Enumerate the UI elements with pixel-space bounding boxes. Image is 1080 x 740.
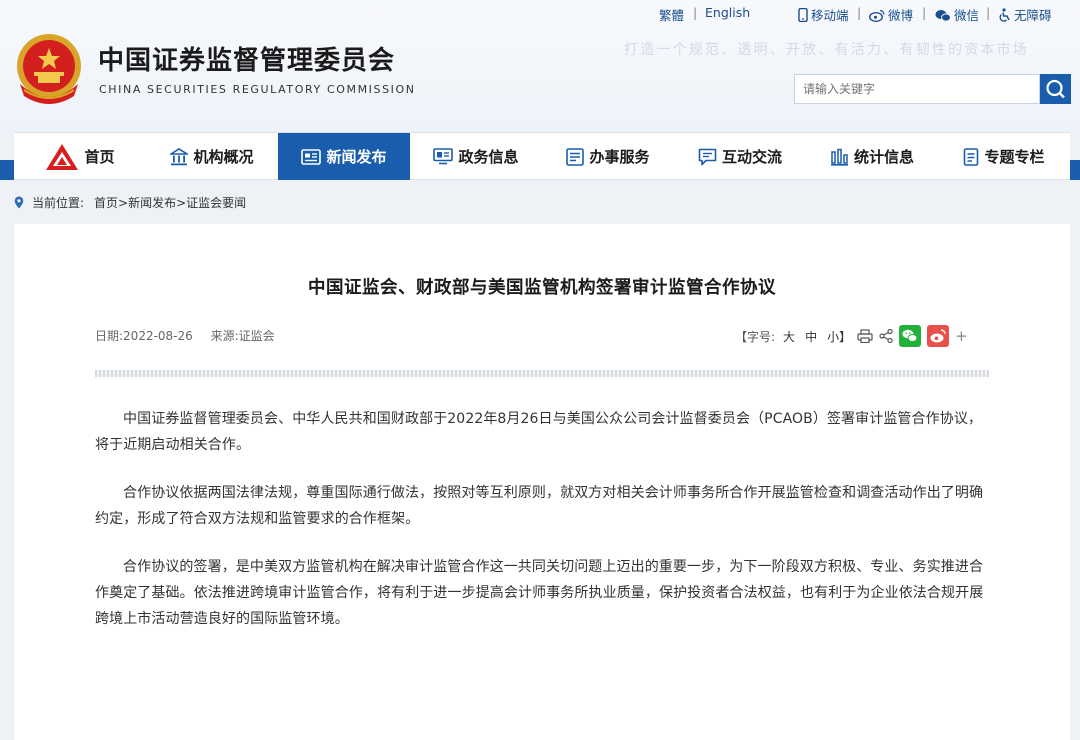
article-tools: 【字号: 大 中 小】 + — [735, 325, 976, 347]
wechat-share-icon[interactable] — [899, 325, 922, 347]
search-input[interactable] — [794, 74, 1040, 104]
service-list-icon — [566, 147, 585, 166]
nav-label: 新闻发布 — [326, 148, 387, 166]
csrc-logo-icon — [45, 143, 79, 171]
nav-item-services[interactable]: 办事服务 — [542, 133, 674, 180]
national-emblem-logo[interactable] — [14, 32, 84, 106]
accessibility-icon — [999, 8, 1010, 22]
nav-item-institution[interactable]: 机构概况 — [146, 133, 278, 180]
divider: | — [693, 5, 698, 20]
nav-label: 首页 — [84, 148, 115, 166]
breadcrumb-prefix: 当前位置: — [32, 195, 85, 210]
font-size-label: 【字号: — [735, 329, 776, 344]
breadcrumb-path[interactable]: 首页>新闻发布>证监会要闻 — [94, 194, 246, 211]
breadcrumb: 当前位置: 首页>新闻发布>证监会要闻 — [14, 192, 246, 212]
article-paragraph: 合作协议的签署，是中美双方监管机构在解决审计监管合作这一共同关切问题上迈出的重要… — [95, 559, 984, 627]
chat-icon — [698, 148, 717, 166]
nav-label: 专题专栏 — [984, 148, 1045, 166]
site-title[interactable]: 中国证券监督管理委员会 — [98, 40, 395, 77]
location-pin-icon — [14, 196, 24, 208]
accessibility-link[interactable]: 无障碍 — [998, 5, 1052, 24]
nav-item-news[interactable]: 新闻发布 — [278, 133, 410, 180]
weibo-icon — [869, 9, 885, 22]
nav-item-statistics[interactable]: 统计信息 — [806, 133, 938, 180]
nav-item-government-info[interactable]: 政务信息 — [410, 133, 542, 180]
share-icon[interactable] — [879, 329, 893, 343]
article-date: 日期:2022-08-26 — [95, 329, 193, 343]
nav-label: 政务信息 — [458, 148, 519, 166]
article-source: 来源:证监会 — [210, 329, 275, 343]
wechat-icon — [935, 10, 951, 22]
search-button[interactable] — [1040, 74, 1071, 104]
nav-label: 统计信息 — [853, 148, 914, 166]
english-link[interactable]: English — [705, 5, 750, 20]
divider: | — [857, 5, 862, 20]
accessibility-link-label: 无障碍 — [1014, 8, 1052, 23]
nav-item-special-topics[interactable]: 专题专栏 — [938, 133, 1070, 180]
monitor-icon — [433, 148, 454, 165]
nav-label: 机构概况 — [193, 148, 254, 166]
site-header: 繁體 | English 移动端 | 微博 | 微信 | 无障碍 中国证券监督管… — [0, 0, 1080, 132]
nav-item-home[interactable]: 首页 — [14, 133, 146, 180]
weibo-share-icon[interactable] — [927, 325, 950, 347]
mobile-link-label: 移动端 — [811, 8, 849, 23]
divider: | — [986, 5, 991, 20]
news-icon — [301, 148, 322, 165]
wechat-link[interactable]: 微信 — [935, 5, 979, 24]
mobile-link[interactable]: 移动端 — [798, 5, 849, 24]
traditional-chinese-link[interactable]: 繁體 — [659, 5, 684, 24]
article-paragraph: 合作协议依据两国法律法规，尊重国际通行做法，按照对等互利原则，就双方对相关会计师… — [95, 485, 984, 527]
divider: | — [922, 5, 927, 20]
weibo-link-label: 微博 — [888, 8, 914, 23]
document-icon — [963, 147, 979, 166]
article-meta: 日期:2022-08-26 来源:证监会 — [95, 327, 275, 344]
nav-label: 互动交流 — [721, 148, 782, 166]
print-icon[interactable] — [857, 329, 873, 343]
main-nav: 首页 机构概况 新闻发布 政务信息 办事服务 互动交流 统计信息 专题专栏 — [14, 132, 1070, 180]
article-paragraph: 中国证券监督管理委员会、中华人民共和国财政部于2022年8月26日与美国公众公司… — [95, 411, 983, 453]
wechat-link-label: 微信 — [954, 8, 980, 23]
nav-label: 办事服务 — [589, 148, 650, 166]
top-links-bar: 繁體 | English 移动端 | 微博 | 微信 | 无障碍 — [0, 5, 1080, 23]
article-panel: 中国证监会、财政部与美国监管机构签署审计监管合作协议 日期:2022-08-26… — [14, 224, 1070, 740]
weibo-link[interactable]: 微博 — [869, 5, 913, 24]
institution-icon — [170, 147, 189, 166]
article-title: 中国证监会、财政部与美国监管机构签署审计监管合作协议 — [308, 278, 776, 298]
site-title-english: CHINA SECURITIES REGULATORY COMMISSION — [99, 83, 416, 96]
font-size-small[interactable]: 小】 — [827, 328, 851, 345]
search-icon — [1046, 79, 1065, 99]
font-size-medium[interactable]: 中 — [805, 328, 817, 345]
bar-chart-icon — [830, 148, 849, 166]
nav-accent-left — [0, 160, 14, 180]
nav-accent-right — [1070, 160, 1080, 180]
title-divider — [95, 370, 989, 377]
nav-item-interaction[interactable]: 互动交流 — [674, 133, 806, 180]
font-size-large[interactable]: 大 — [783, 328, 795, 345]
mobile-icon — [798, 8, 808, 22]
site-slogan: 打造一个规范、透明、开放、有活力、有韧性的资本市场 — [624, 42, 1029, 58]
more-share-button[interactable]: + — [955, 327, 968, 345]
